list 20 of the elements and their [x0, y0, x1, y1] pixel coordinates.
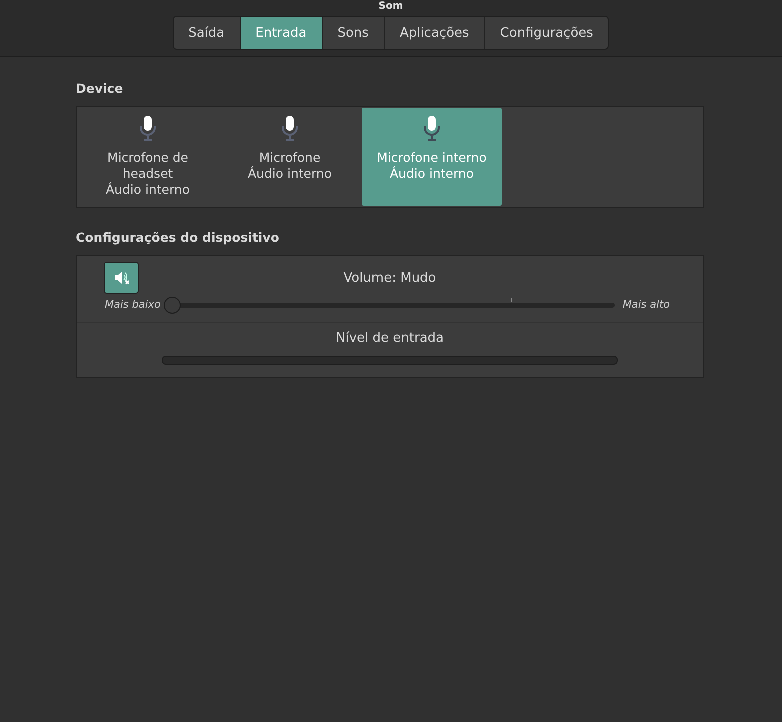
section-heading: Device — [76, 81, 124, 96]
volume-label: Volume: Mudo — [342, 270, 438, 286]
microphone-icon — [423, 116, 441, 142]
microphone-icon — [139, 116, 157, 142]
tab[interactable]: Sons — [322, 17, 385, 49]
min-label: Mais baixo — [105, 299, 161, 311]
input-level-label: Nível de entrada — [334, 331, 446, 346]
max-label: Mais alto — [622, 299, 670, 311]
device-option[interactable]: Microfone de headset Áudio interno — [78, 108, 218, 206]
window-title: Som — [378, 1, 404, 13]
volume-slider[interactable] — [164, 296, 615, 314]
tab[interactable]: Configurações — [485, 17, 608, 49]
tab[interactable]: Aplicações — [384, 17, 486, 49]
section-heading: Configurações do dispositivo — [76, 230, 280, 245]
slider-thumb[interactable] — [164, 296, 181, 314]
microphone-icon — [281, 116, 299, 142]
muted-speaker-icon — [114, 271, 130, 285]
tab[interactable]: Saída — [174, 17, 241, 49]
mute-button[interactable] — [104, 262, 139, 294]
device-option[interactable]: Microfone Áudio interno — [220, 108, 360, 206]
